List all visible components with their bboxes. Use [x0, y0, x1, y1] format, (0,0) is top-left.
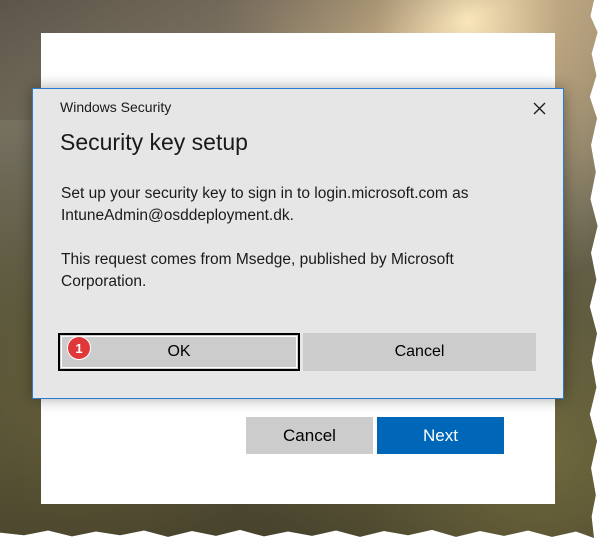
ok-button[interactable]: OK — [58, 333, 300, 371]
page-cancel-button[interactable]: Cancel — [246, 417, 373, 454]
dialog-title: Security key setup — [60, 129, 248, 155]
dialog-body: Set up your security key to sign in to l… — [61, 183, 531, 315]
dialog-message: Set up your security key to sign in to l… — [61, 185, 469, 224]
page-next-button[interactable]: Next — [377, 417, 504, 454]
dialog-cancel-button[interactable]: Cancel — [303, 333, 536, 371]
step-number-badge: 1 — [68, 337, 90, 359]
windows-security-dialog: Windows Security Security key setup Set … — [32, 88, 564, 399]
dialog-request-source: This request comes from Msedge, publishe… — [61, 251, 454, 290]
dialog-caption: Windows Security — [60, 99, 172, 115]
close-icon[interactable] — [525, 95, 553, 121]
